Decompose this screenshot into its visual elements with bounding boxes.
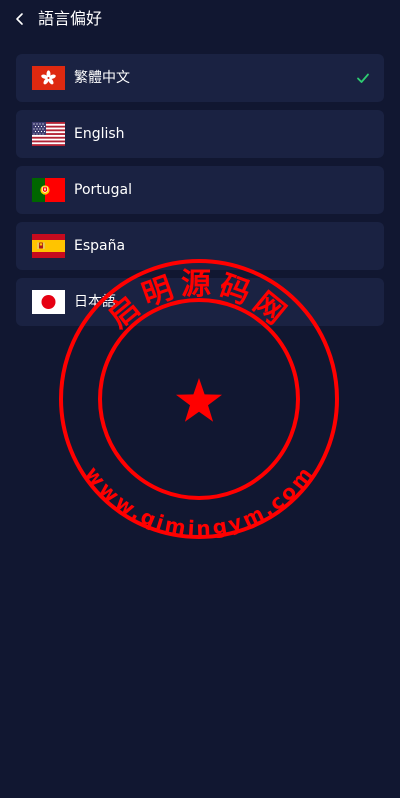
chevron-left-icon bbox=[16, 13, 23, 25]
spain-flag-icon bbox=[32, 234, 65, 258]
language-label: 日本語 bbox=[74, 294, 116, 310]
language-item-pt[interactable]: Portugal bbox=[16, 166, 384, 214]
watermark-bottom-text: www.qimingym.com bbox=[80, 462, 316, 540]
svg-text:www.qimingym.com: www.qimingym.com bbox=[80, 462, 317, 540]
language-item-ja[interactable]: 日本語 bbox=[16, 278, 384, 326]
language-item-en[interactable]: English bbox=[16, 110, 384, 158]
header-bar: 語言偏好 bbox=[0, 0, 400, 40]
language-label: Portugal bbox=[74, 182, 132, 198]
portugal-flag-icon bbox=[32, 178, 65, 202]
back-button[interactable] bbox=[10, 9, 30, 29]
page-title: 語言偏好 bbox=[38, 9, 103, 28]
language-label: España bbox=[74, 238, 126, 254]
check-icon bbox=[357, 73, 369, 83]
language-preference-screen: 語言偏好 繁體中文 English Portugal España 日本語 启明… bbox=[0, 0, 400, 798]
language-label: English bbox=[74, 126, 125, 142]
language-list: 繁體中文 English Portugal España 日本語 bbox=[16, 54, 384, 334]
language-label: 繁體中文 bbox=[74, 70, 130, 86]
language-item-es[interactable]: España bbox=[16, 222, 384, 270]
language-item-zh-hant[interactable]: 繁體中文 bbox=[16, 54, 384, 102]
japan-flag-icon bbox=[32, 290, 65, 314]
hong-kong-flag-icon bbox=[32, 66, 65, 90]
us-flag-icon bbox=[32, 122, 65, 146]
star-icon bbox=[176, 378, 222, 422]
